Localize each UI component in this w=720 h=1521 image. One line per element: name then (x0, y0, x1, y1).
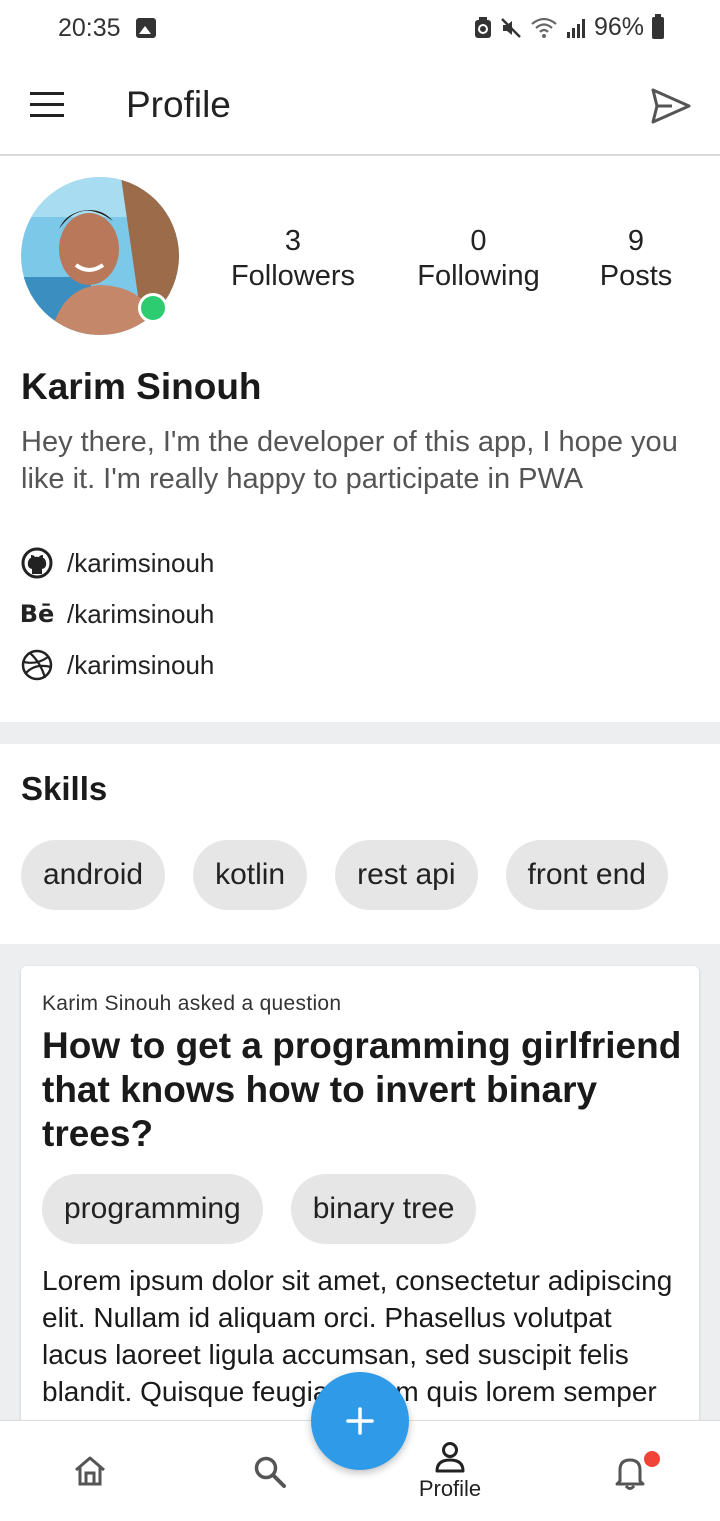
post-tag-chip[interactable]: programming (42, 1174, 263, 1244)
github-icon (21, 547, 53, 579)
status-time: 20:35 (58, 14, 121, 42)
profile-name: Karim Sinouh (21, 366, 262, 407)
nav-notifications[interactable] (570, 1421, 690, 1521)
plus-icon (346, 1407, 374, 1435)
skill-chip[interactable]: rest api (335, 840, 478, 910)
profile-bio: Hey there, I'm the developer of this app… (21, 426, 678, 495)
battery-icon (652, 13, 664, 39)
stat-posts[interactable]: 9 Posts (592, 226, 680, 296)
skill-chip[interactable]: front end (505, 840, 668, 910)
post-meta: Karim Sinouh asked a question (42, 992, 342, 1015)
mute-icon (501, 17, 521, 38)
signal-icon (566, 18, 585, 38)
skills-section: Skills android kotlin rest api front end (0, 744, 720, 944)
followers-count: 3 (284, 225, 302, 257)
behance-icon: Bē (19, 600, 55, 628)
link-behance[interactable]: Bē /karimsinouh (19, 597, 215, 631)
followers-label: Followers (230, 260, 356, 292)
send-icon[interactable] (650, 86, 692, 126)
menu-icon (30, 92, 64, 95)
nav-profile[interactable]: Profile (390, 1421, 510, 1521)
bell-icon (615, 1458, 645, 1490)
stat-followers[interactable]: 3 Followers (222, 226, 364, 296)
nav-search[interactable] (210, 1421, 330, 1521)
behance-handle: /karimsinouh (67, 598, 215, 629)
dribbble-icon (21, 649, 53, 681)
github-handle: /karimsinouh (67, 547, 215, 578)
link-dribbble[interactable]: /karimsinouh (21, 648, 214, 682)
wifi-icon (531, 17, 557, 38)
post-title: How to get a programming girlfriend that… (42, 1025, 682, 1154)
dribbble-handle: /karimsinouh (67, 649, 215, 680)
person-icon (435, 1442, 465, 1473)
page-title: Profile (126, 84, 231, 125)
battery-percent: 96% (593, 13, 644, 41)
following-count: 0 (470, 225, 487, 257)
section-divider (0, 722, 720, 744)
recycle-icon (474, 16, 491, 38)
posts-label: Posts (599, 260, 673, 292)
posts-count: 9 (627, 225, 645, 257)
post-tag-chip[interactable]: binary tree (290, 1174, 477, 1244)
app-bar: Profile (0, 58, 720, 156)
skills-title: Skills (21, 770, 108, 807)
add-post-button[interactable] (311, 1372, 409, 1470)
nav-home[interactable] (30, 1421, 150, 1521)
online-status-dot (138, 293, 168, 323)
status-icons: 96% (474, 13, 664, 42)
following-label: Following (417, 260, 540, 292)
menu-button[interactable] (30, 92, 64, 120)
gallery-icon (136, 18, 156, 38)
link-github[interactable]: /karimsinouh (21, 546, 214, 580)
skill-chip[interactable]: android (21, 840, 166, 910)
home-icon (75, 1456, 105, 1486)
search-icon (254, 1456, 286, 1488)
skill-chip[interactable]: kotlin (193, 840, 308, 910)
status-bar: 20:35 96% (0, 0, 720, 58)
notification-badge (644, 1451, 660, 1467)
stat-following[interactable]: 0 Following (406, 226, 551, 296)
post-tags: programming binary tree (42, 1174, 477, 1244)
profile-section: 3 Followers 0 Following 9 Posts Karim Si… (0, 156, 720, 722)
skills-chip-list[interactable]: android kotlin rest api front end (21, 840, 699, 910)
nav-profile-label: Profile (418, 1476, 482, 1501)
